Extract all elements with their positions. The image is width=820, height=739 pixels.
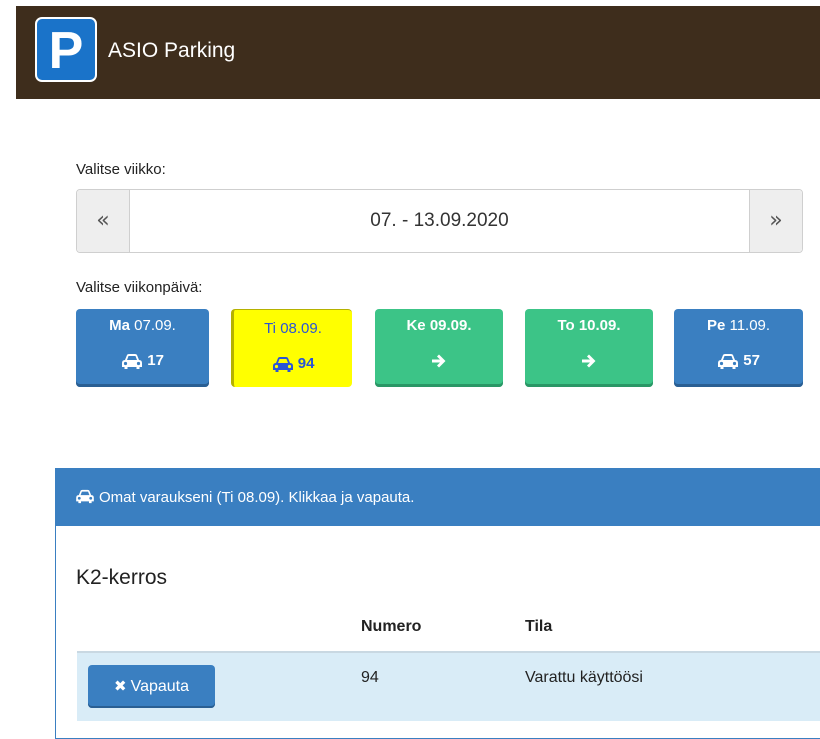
logo-letter: P bbox=[48, 22, 84, 80]
column-header-status: Tila bbox=[525, 618, 553, 635]
week-range: 07. - 13.09.2020 bbox=[370, 210, 509, 231]
day-button-friday[interactable]: Pe 11.09. 57 bbox=[674, 309, 803, 387]
reservations-heading: Omat varaukseni (Ti 08.09). Klikkaa ja v… bbox=[99, 489, 415, 506]
close-icon: ✖ bbox=[114, 677, 127, 695]
day-abbr: Ti bbox=[264, 320, 277, 337]
day-abbr: Pe bbox=[706, 317, 726, 334]
day-count: 57 bbox=[743, 352, 760, 369]
day-button-tuesday[interactable]: Ti 08.09. 94 bbox=[231, 309, 352, 387]
day-count: 17 bbox=[147, 352, 164, 369]
car-icon bbox=[121, 353, 143, 370]
reservations-panel: Omat varaukseni (Ti 08.09). Klikkaa ja v… bbox=[55, 468, 820, 739]
next-week-button[interactable]: » bbox=[749, 190, 802, 252]
top-navbar: P ASIO Parking bbox=[16, 6, 820, 99]
car-icon bbox=[717, 353, 739, 370]
day-abbr: To bbox=[557, 317, 575, 334]
app-title[interactable]: ASIO Parking bbox=[108, 37, 235, 65]
day-button-wednesday[interactable]: Ke 09.09. bbox=[375, 309, 503, 387]
release-button[interactable]: ✖ Vapauta bbox=[88, 665, 215, 708]
day-date: 08.09. bbox=[280, 320, 322, 337]
previous-week-button[interactable]: « bbox=[77, 190, 130, 252]
day-abbr: Ke bbox=[406, 317, 426, 334]
week-picker: « 07. - 13.09.2020 » bbox=[76, 189, 803, 253]
parking-logo-icon[interactable]: P bbox=[35, 17, 97, 82]
arrow-right-icon bbox=[431, 353, 447, 369]
day-date: 09.09. bbox=[429, 317, 472, 334]
column-header-number: Numero bbox=[361, 618, 422, 635]
car-icon bbox=[272, 356, 294, 373]
day-button-monday[interactable]: Ma 07.09. 17 bbox=[76, 309, 209, 387]
day-button-thursday[interactable]: To 10.09. bbox=[525, 309, 653, 387]
day-date: 07.09. bbox=[134, 317, 176, 334]
weekday-label: Valitse viikonpäivä: bbox=[76, 279, 203, 296]
day-date: 11.09. bbox=[729, 317, 771, 334]
day-date: 10.09. bbox=[578, 317, 621, 334]
release-button-label: Vapauta bbox=[130, 678, 189, 695]
day-count: 94 bbox=[297, 355, 315, 372]
week-label: Valitse viikko: bbox=[76, 161, 166, 178]
floor-title: K2-kerros bbox=[76, 566, 168, 589]
spot-number: 94 bbox=[361, 669, 379, 686]
spot-status: Varattu käyttöösi bbox=[525, 669, 643, 686]
car-icon bbox=[75, 489, 95, 504]
table-row: ✖ Vapauta 94 Varattu käyttöösi bbox=[77, 651, 820, 721]
arrow-right-icon bbox=[581, 353, 597, 369]
reservations-panel-header: Omat varaukseni (Ti 08.09). Klikkaa ja v… bbox=[56, 469, 820, 526]
day-abbr: Ma bbox=[109, 317, 130, 334]
